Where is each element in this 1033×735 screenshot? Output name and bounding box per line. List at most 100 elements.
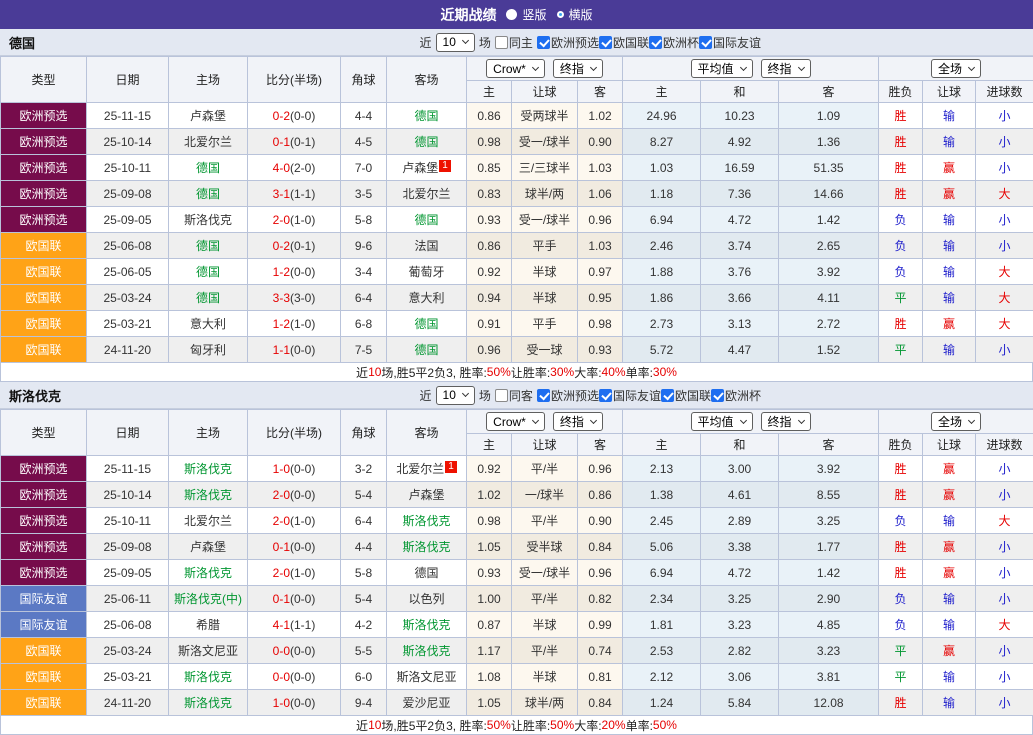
home-team-name[interactable]: 德国 bbox=[196, 161, 220, 175]
checkbox-icon[interactable] bbox=[495, 389, 508, 402]
home-team-cell[interactable]: 斯洛伐克 bbox=[169, 207, 248, 233]
away-team-name[interactable]: 德国 bbox=[414, 317, 438, 331]
same-venue-filter[interactable]: 同主 bbox=[495, 34, 533, 51]
odds-time-select[interactable]: 终指 bbox=[553, 412, 603, 431]
away-team-cell[interactable]: 法国 bbox=[387, 233, 467, 259]
home-team-name[interactable]: 斯洛伐克 bbox=[184, 696, 232, 710]
home-team-cell[interactable]: 卢森堡 bbox=[169, 534, 248, 560]
home-team-name[interactable]: 德国 bbox=[196, 291, 220, 305]
home-team-name[interactable]: 德国 bbox=[196, 239, 220, 253]
avg-source-select[interactable]: 平均值 bbox=[691, 412, 753, 431]
away-team-name[interactable]: 北爱尔兰 bbox=[396, 462, 444, 476]
home-team-cell[interactable]: 斯洛伐克 bbox=[169, 456, 248, 482]
competition-filter[interactable]: 欧洲预选 bbox=[537, 387, 599, 404]
home-team-name[interactable]: 卢森堡 bbox=[190, 540, 226, 554]
away-team-name[interactable]: 北爱尔兰 bbox=[402, 187, 450, 201]
competition-filter[interactable]: 欧洲杯 bbox=[711, 387, 761, 404]
home-team-name[interactable]: 德国 bbox=[196, 187, 220, 201]
away-team-cell[interactable]: 德国 bbox=[387, 560, 467, 586]
checkbox-icon[interactable] bbox=[711, 389, 724, 402]
home-team-cell[interactable]: 德国 bbox=[169, 285, 248, 311]
avg-time-select[interactable]: 终指 bbox=[761, 412, 811, 431]
odds-source-select[interactable]: Crow* bbox=[486, 59, 545, 78]
away-team-name[interactable]: 爱沙尼亚 bbox=[402, 696, 450, 710]
home-team-name[interactable]: 德国 bbox=[196, 265, 220, 279]
away-team-cell[interactable]: 以色列 bbox=[387, 586, 467, 612]
competition-filter[interactable]: 欧国联 bbox=[661, 387, 711, 404]
away-team-name[interactable]: 卢森堡 bbox=[402, 161, 438, 175]
radio-icon-vertical[interactable] bbox=[506, 9, 517, 20]
away-team-name[interactable]: 德国 bbox=[414, 213, 438, 227]
away-team-cell[interactable]: 斯洛伐克 bbox=[387, 534, 467, 560]
away-team-cell[interactable]: 德国 bbox=[387, 337, 467, 363]
away-team-name[interactable]: 斯洛伐克 bbox=[402, 514, 450, 528]
away-team-name[interactable]: 斯洛文尼亚 bbox=[396, 670, 456, 684]
home-team-name[interactable]: 北爱尔兰 bbox=[184, 514, 232, 528]
avg-source-select[interactable]: 平均值 bbox=[691, 59, 753, 78]
home-team-name[interactable]: 匈牙利 bbox=[190, 343, 226, 357]
away-team-cell[interactable]: 德国 bbox=[387, 311, 467, 337]
competition-filter[interactable]: 国际友谊 bbox=[599, 387, 661, 404]
home-team-cell[interactable]: 北爱尔兰 bbox=[169, 508, 248, 534]
home-team-name[interactable]: 斯洛伐克 bbox=[184, 462, 232, 476]
checkbox-icon[interactable] bbox=[661, 389, 674, 402]
checkbox-icon[interactable] bbox=[599, 36, 612, 49]
home-team-name[interactable]: 希腊 bbox=[196, 618, 220, 632]
away-team-cell[interactable]: 葡萄牙 bbox=[387, 259, 467, 285]
home-team-cell[interactable]: 北爱尔兰 bbox=[169, 129, 248, 155]
away-team-cell[interactable]: 德国 bbox=[387, 103, 467, 129]
away-team-name[interactable]: 德国 bbox=[414, 135, 438, 149]
home-team-cell[interactable]: 斯洛文尼亚 bbox=[169, 638, 248, 664]
away-team-cell[interactable]: 斯洛伐克 bbox=[387, 638, 467, 664]
away-team-name[interactable]: 以色列 bbox=[408, 592, 444, 606]
home-team-cell[interactable]: 斯洛伐克 bbox=[169, 664, 248, 690]
home-team-cell[interactable]: 德国 bbox=[169, 233, 248, 259]
home-team-cell[interactable]: 斯洛伐克 bbox=[169, 560, 248, 586]
away-team-cell[interactable]: 斯洛伐克 bbox=[387, 508, 467, 534]
home-team-name[interactable]: 斯洛伐克 bbox=[184, 213, 232, 227]
checkbox-icon[interactable] bbox=[537, 389, 550, 402]
away-team-name[interactable]: 德国 bbox=[414, 343, 438, 357]
away-team-cell[interactable]: 北爱尔兰1 bbox=[387, 456, 467, 482]
home-team-cell[interactable]: 卢森堡 bbox=[169, 103, 248, 129]
home-team-cell[interactable]: 匈牙利 bbox=[169, 337, 248, 363]
avg-time-select[interactable]: 终指 bbox=[761, 59, 811, 78]
checkbox-icon[interactable] bbox=[537, 36, 550, 49]
checkbox-icon[interactable] bbox=[599, 389, 612, 402]
away-team-cell[interactable]: 德国 bbox=[387, 129, 467, 155]
checkbox-icon[interactable] bbox=[699, 36, 712, 49]
odds-time-select[interactable]: 终指 bbox=[553, 59, 603, 78]
radio-icon-horizontal[interactable] bbox=[557, 11, 564, 18]
home-team-cell[interactable]: 斯洛伐克 bbox=[169, 690, 248, 716]
home-team-name[interactable]: 斯洛伐克 bbox=[184, 670, 232, 684]
competition-filter[interactable]: 国际友谊 bbox=[699, 34, 761, 51]
away-team-cell[interactable]: 北爱尔兰 bbox=[387, 181, 467, 207]
home-team-cell[interactable]: 德国 bbox=[169, 155, 248, 181]
away-team-cell[interactable]: 斯洛文尼亚 bbox=[387, 664, 467, 690]
away-team-name[interactable]: 斯洛伐克 bbox=[402, 540, 450, 554]
away-team-name[interactable]: 德国 bbox=[414, 109, 438, 123]
scope-select[interactable]: 全场 bbox=[931, 59, 981, 78]
home-team-cell[interactable]: 希腊 bbox=[169, 612, 248, 638]
away-team-name[interactable]: 德国 bbox=[414, 566, 438, 580]
same-venue-filter[interactable]: 同客 bbox=[495, 387, 533, 404]
home-team-cell[interactable]: 斯洛伐克(中) bbox=[169, 586, 248, 612]
away-team-cell[interactable]: 德国 bbox=[387, 207, 467, 233]
competition-filter[interactable]: 欧国联 bbox=[599, 34, 649, 51]
away-team-name[interactable]: 卢森堡 bbox=[408, 488, 444, 502]
away-team-cell[interactable]: 卢森堡 bbox=[387, 482, 467, 508]
competition-filter[interactable]: 欧洲预选 bbox=[537, 34, 599, 51]
home-team-name[interactable]: 斯洛文尼亚 bbox=[178, 644, 238, 658]
odds-source-select[interactable]: Crow* bbox=[486, 412, 545, 431]
competition-filter[interactable]: 欧洲杯 bbox=[649, 34, 699, 51]
away-team-name[interactable]: 斯洛伐克 bbox=[402, 644, 450, 658]
away-team-cell[interactable]: 意大利 bbox=[387, 285, 467, 311]
home-team-cell[interactable]: 德国 bbox=[169, 181, 248, 207]
layout-radio-vertical[interactable]: 竖版 bbox=[506, 6, 546, 23]
home-team-name[interactable]: 斯洛伐克 bbox=[184, 566, 232, 580]
checkbox-icon[interactable] bbox=[495, 36, 508, 49]
layout-radio-horizontal[interactable]: 横版 bbox=[557, 6, 593, 23]
away-team-name[interactable]: 葡萄牙 bbox=[408, 265, 444, 279]
scope-select[interactable]: 全场 bbox=[931, 412, 981, 431]
away-team-name[interactable]: 意大利 bbox=[408, 291, 444, 305]
